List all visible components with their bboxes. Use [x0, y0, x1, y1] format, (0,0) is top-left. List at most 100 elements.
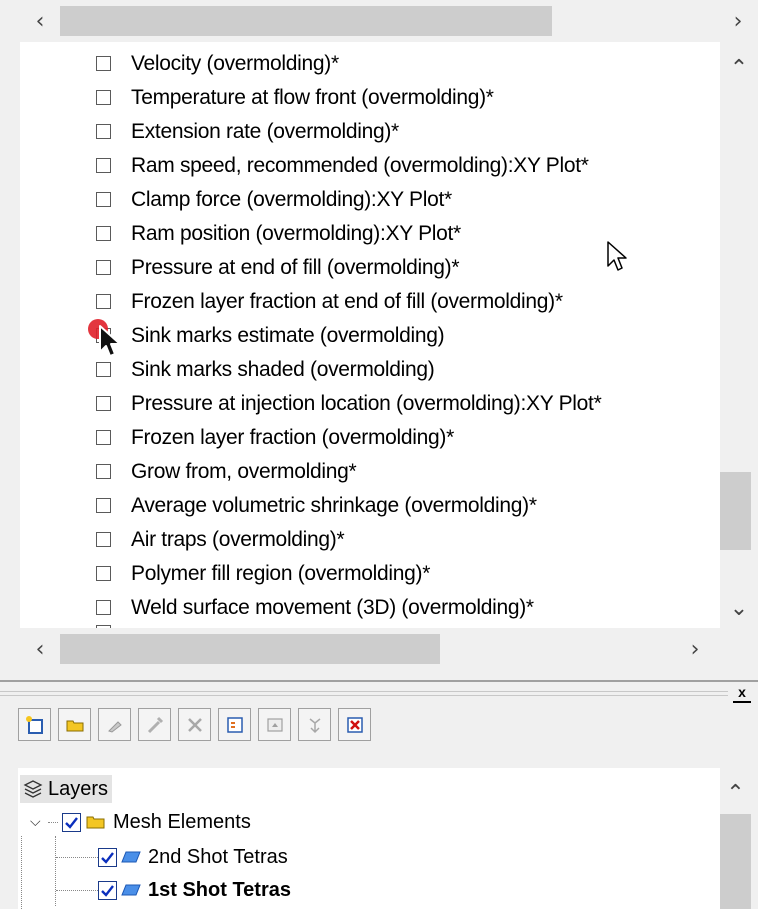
tree-item-layer[interactable]: 1st Shot Tetras	[56, 875, 291, 905]
result-checkbox[interactable]	[96, 192, 111, 207]
result-label: Weld surface movement (3D) (overmolding)…	[131, 595, 534, 619]
tree-connector	[21, 836, 22, 909]
result-label: Grow from, overmolding*	[131, 459, 357, 483]
layers-header[interactable]: Layers	[20, 775, 113, 803]
layer-properties-button[interactable]	[218, 708, 251, 741]
check-mark-icon	[65, 816, 78, 829]
list-item[interactable]: Clamp force (overmolding):XY Plot*	[96, 183, 452, 216]
scrollbar-thumb[interactable]	[60, 634, 440, 664]
scroll-left-icon: ‹	[35, 636, 45, 662]
result-checkbox[interactable]	[96, 158, 111, 173]
minimize-button[interactable]	[258, 708, 291, 741]
scroll-left-button[interactable]: ‹	[20, 628, 60, 670]
scroll-left-button[interactable]: ‹	[20, 0, 60, 42]
list-item[interactable]: Ram position (overmolding):XY Plot*	[96, 217, 461, 250]
tree-connector	[48, 822, 58, 823]
expand-button[interactable]	[298, 708, 331, 741]
scrollbar-thumb[interactable]	[60, 6, 552, 36]
list-item[interactable]: Air traps (overmolding)*	[96, 523, 345, 556]
close-icon: x	[738, 684, 746, 700]
result-checkbox[interactable]	[96, 532, 111, 547]
scrollbar-thumb[interactable]	[720, 814, 751, 909]
list-item[interactable]: Velocity (overmolding)*	[96, 47, 339, 80]
result-label: Pressure at injection location (overmold…	[131, 391, 602, 415]
scrollbar-thumb[interactable]	[720, 472, 751, 550]
gripper-line	[0, 695, 728, 696]
list-item[interactable]: Average volumetric shrinkage (overmoldin…	[96, 489, 537, 522]
list-item[interactable]: Sink marks estimate (overmolding)	[96, 319, 445, 352]
list-item[interactable]: Pressure at end of fill (overmolding)*	[96, 251, 460, 284]
new-layer-button[interactable]	[18, 708, 51, 741]
new-layer-icon	[25, 715, 43, 734]
paint-button[interactable]	[98, 708, 131, 741]
result-checkbox[interactable]	[96, 498, 111, 513]
scroll-up-button[interactable]: ⌃	[720, 776, 751, 810]
list-item[interactable]: Temperature at flow front (overmolding)*	[96, 81, 494, 114]
scroll-down-button[interactable]: ⌄	[720, 590, 758, 626]
chevron-down-icon[interactable]: ⌵	[30, 814, 46, 830]
panel-separator[interactable]: x	[0, 670, 758, 703]
list-item[interactable]: Polymer fill region (overmolding)*	[96, 557, 430, 590]
result-checkbox[interactable]	[96, 566, 111, 581]
result-checkbox[interactable]	[96, 294, 111, 309]
layer-icon	[121, 851, 141, 863]
result-checkbox[interactable]	[96, 260, 111, 275]
result-checkbox[interactable]	[96, 464, 111, 479]
scroll-up-icon: ⌃	[729, 55, 749, 81]
result-checkbox[interactable]	[96, 600, 111, 615]
tree-connector	[56, 889, 98, 891]
result-label: Pressure at end of fill (overmolding)*	[131, 255, 460, 279]
scroll-right-icon: ›	[690, 636, 700, 662]
result-checkbox[interactable]	[96, 90, 111, 105]
delete-layer-icon	[346, 716, 363, 733]
result-checkbox[interactable]	[96, 56, 111, 71]
results-horizontal-scrollbar-top[interactable]: ‹ ›	[20, 0, 758, 42]
scroll-down-icon: ⌄	[729, 595, 749, 621]
folder-button[interactable]	[58, 708, 91, 741]
result-label: Ram position (overmolding):XY Plot*	[131, 221, 461, 245]
results-list: Velocity (overmolding)* Temperature at f…	[20, 42, 720, 632]
results-vertical-scrollbar[interactable]: ⌃ ⌄	[720, 42, 758, 632]
result-label: Temperature at flow front (overmolding)*	[131, 85, 494, 109]
list-item[interactable]: Frozen layer fraction at end of fill (ov…	[96, 285, 563, 318]
list-item[interactable]: Frozen layer fraction (overmolding)*	[96, 421, 454, 454]
list-item[interactable]: Extension rate (overmolding)*	[96, 115, 399, 148]
brush-icon	[107, 720, 122, 733]
scroll-right-icon: ›	[733, 8, 743, 34]
wrench-icon	[147, 716, 163, 733]
result-checkbox[interactable]	[96, 362, 111, 377]
layer-checkbox[interactable]	[98, 880, 117, 900]
minimize-icon	[266, 717, 283, 732]
scroll-right-button[interactable]: ›	[675, 628, 715, 670]
result-checkbox[interactable]	[96, 430, 111, 445]
layer-checkbox[interactable]	[98, 847, 117, 867]
gripper-line	[0, 691, 728, 692]
layers-toolbar	[18, 708, 378, 752]
tree-connector	[56, 856, 98, 858]
list-item[interactable]: Pressure at injection location (overmold…	[96, 387, 602, 420]
cut-button[interactable]	[178, 708, 211, 741]
layer-label-active: 1st Shot Tetras	[148, 878, 291, 901]
tool-button[interactable]	[138, 708, 171, 741]
tree-item-mesh-elements[interactable]: ⌵ Mesh Elements	[30, 807, 251, 837]
results-horizontal-scrollbar-bottom[interactable]: ‹ ›	[20, 628, 758, 670]
layers-vertical-scrollbar[interactable]: ⌃	[720, 768, 758, 909]
mesh-elements-checkbox[interactable]	[62, 812, 81, 832]
result-checkbox[interactable]	[96, 396, 111, 411]
close-panel-button[interactable]: x	[733, 685, 751, 703]
result-label: Velocity (overmolding)*	[131, 51, 339, 75]
list-item[interactable]: Sink marks shaded (overmolding)	[96, 353, 435, 386]
mouse-cursor-icon	[99, 325, 121, 357]
list-item[interactable]: Grow from, overmolding*	[96, 455, 357, 488]
scroll-right-button[interactable]: ›	[718, 0, 758, 42]
result-checkbox[interactable]	[96, 124, 111, 139]
scroll-up-button[interactable]: ⌃	[720, 50, 758, 86]
tree-item-layer[interactable]: 2nd Shot Tetras	[56, 842, 288, 872]
scroll-left-icon: ‹	[35, 8, 45, 34]
layers-icon	[23, 780, 43, 798]
result-label: Air traps (overmolding)*	[131, 527, 345, 551]
list-item[interactable]: Ram speed, recommended (overmolding):XY …	[96, 149, 589, 182]
delete-layer-button[interactable]	[338, 708, 371, 741]
list-item[interactable]: Weld surface movement (3D) (overmolding)…	[96, 591, 534, 624]
result-checkbox[interactable]	[96, 226, 111, 241]
